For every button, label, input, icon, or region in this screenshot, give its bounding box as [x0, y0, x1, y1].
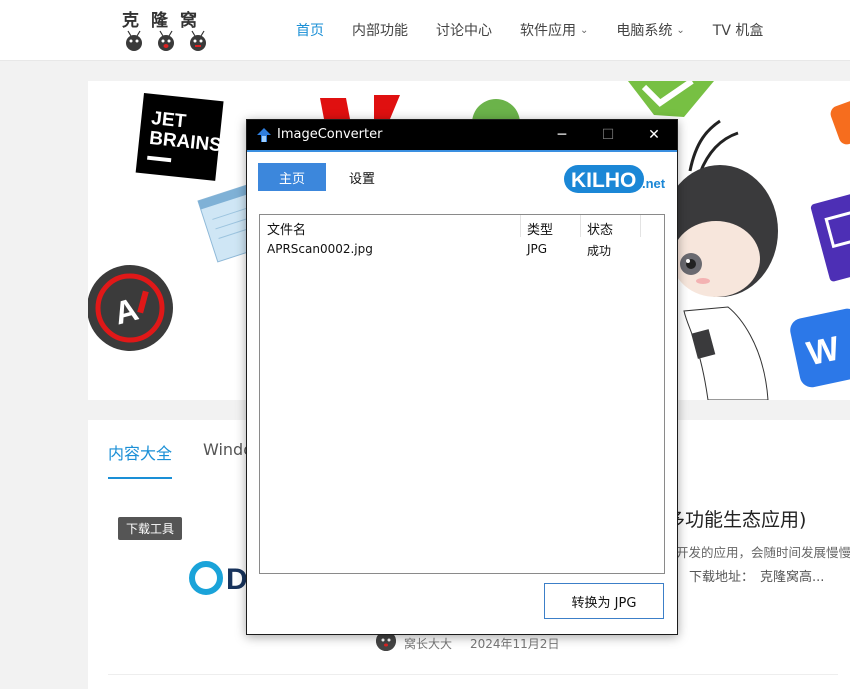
red-arrow-logo: [320, 98, 350, 119]
purple-chip-icon: [810, 191, 850, 282]
column-header-type[interactable]: 类型: [527, 219, 553, 238]
titlebar-accent-line: [247, 150, 677, 152]
thumbnail-letter: D: [226, 563, 248, 596]
cell-type: JPG: [527, 242, 548, 256]
site-logo[interactable]: 克隆窝: [122, 6, 214, 52]
column-separator[interactable]: [580, 215, 581, 237]
nav-item-system[interactable]: 电脑系统 ⌄: [616, 20, 684, 40]
column-header-filename[interactable]: 文件名: [267, 219, 306, 238]
download-link[interactable]: 克隆窝高...: [760, 566, 824, 585]
category-badge[interactable]: 下载工具: [118, 517, 183, 540]
ant-icon: [190, 30, 206, 51]
green-check-icon: [628, 81, 714, 117]
main-nav: 首页 内部功能 讨论中心 软件应用 ⌄ 电脑系统 ⌄ TV 机盒: [296, 0, 791, 60]
nav-item-tvbox[interactable]: TV 机盒: [713, 20, 764, 40]
kilho-logo-suffix: .net: [642, 176, 666, 191]
author-name[interactable]: 窝长大大: [404, 635, 452, 652]
jetbrains-logo: JET BRAINS: [135, 93, 224, 181]
cell-status: 成功: [587, 244, 612, 258]
article-excerpt: 开发的应用，会随时间发展慢慢: [676, 545, 850, 560]
ai-circle-logo: A: [88, 265, 173, 351]
ant-icon: [126, 30, 142, 51]
post-date: 2024年11月2日: [470, 637, 560, 651]
close-button[interactable]: ✕: [631, 120, 677, 150]
kilho-logo-main: KILHO: [571, 169, 636, 192]
column-separator[interactable]: [640, 215, 641, 237]
tab-settings[interactable]: 设置: [337, 163, 387, 191]
nav-item-software[interactable]: 软件应用 ⌄: [520, 20, 588, 40]
file-list-table[interactable]: 文件名 类型 状态 APRScan0002.jpg JPG 成功: [259, 214, 665, 574]
cell-filename: APRScan0002.jpg: [267, 242, 373, 256]
column-separator[interactable]: [520, 215, 521, 237]
convert-to-jpg-button[interactable]: 转换为 JPG: [544, 583, 664, 619]
ant-icon: [158, 30, 174, 51]
maximize-button[interactable]: ☐: [585, 120, 631, 150]
chevron-down-icon: ⌄: [580, 24, 589, 36]
tab-active-underline: [108, 477, 172, 479]
minimize-button[interactable]: ─: [539, 120, 585, 150]
site-header: 克隆窝 首页 内部功能 讨论中心 软件应用 ⌄ 电脑系统 ⌄ TV 机盒: [0, 0, 850, 61]
anime-mascot: [662, 119, 778, 400]
column-header-status[interactable]: 状态: [587, 219, 613, 238]
nav-item-discussion[interactable]: 讨论中心: [436, 20, 492, 40]
tab-all-content[interactable]: 内容大全: [108, 440, 172, 464]
window-titlebar[interactable]: ImageConverter ─ ☐ ✕: [247, 120, 677, 150]
nav-item-home[interactable]: 首页: [296, 20, 324, 40]
tab-home[interactable]: 主页: [258, 163, 326, 191]
nav-item-internal[interactable]: 内部功能: [352, 20, 408, 40]
divider: [108, 674, 838, 675]
kilho-logo[interactable]: KILHO .net: [563, 162, 669, 196]
site-logo-text: 克隆窝: [122, 11, 209, 31]
chevron-down-icon: ⌄: [676, 24, 685, 36]
image-converter-window: ImageConverter ─ ☐ ✕ 主页 设置 KILHO .net 文件…: [246, 119, 678, 635]
wps-office-icon: W: [790, 308, 850, 388]
article-title[interactable]: 多功能生态应用): [666, 505, 806, 532]
window-title: ImageConverter: [277, 127, 383, 142]
app-icon: [257, 128, 271, 142]
orange-app-icon: [830, 97, 850, 145]
download-label: 下载地址：: [689, 570, 755, 585]
